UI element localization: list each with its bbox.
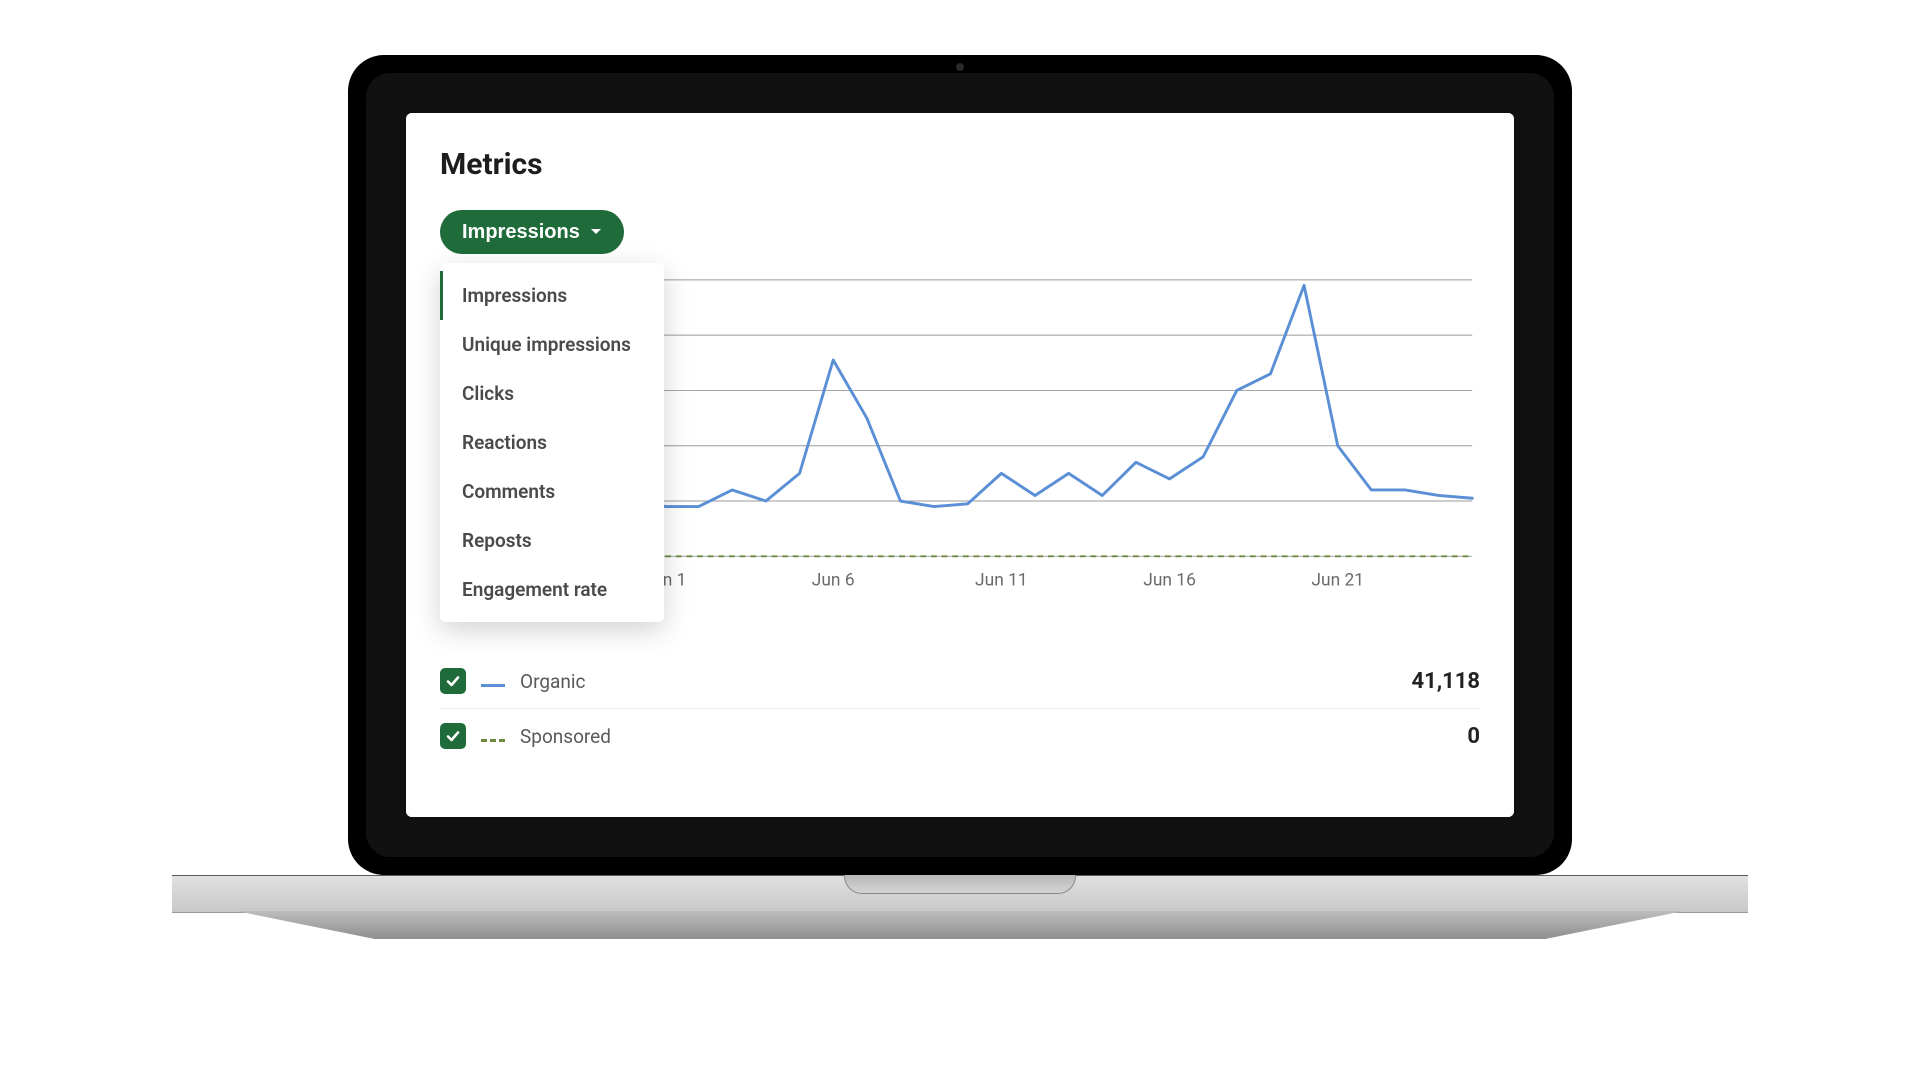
menu-item-reposts[interactable]: Reposts — [440, 516, 664, 565]
legend: Organic 41,118 Sponsored 0 — [440, 654, 1480, 763]
organic-value: 41,118 — [1411, 669, 1480, 694]
app-viewport: Metrics Impressions May 27Jun 1Jun 6Jun … — [406, 113, 1514, 817]
menu-item-comments[interactable]: Comments — [440, 467, 664, 516]
sponsored-swatch-icon — [480, 727, 506, 746]
organic-swatch-icon — [480, 672, 506, 691]
sponsored-label: Sponsored — [520, 725, 1453, 748]
organic-label: Organic — [520, 670, 1397, 693]
menu-item-clicks[interactable]: Clicks — [440, 369, 664, 418]
svg-text:Jun 21: Jun 21 — [1311, 570, 1364, 590]
metric-select-button[interactable]: Impressions — [440, 210, 624, 254]
sponsored-checkbox[interactable] — [440, 723, 466, 749]
laptop-frame: Metrics Impressions May 27Jun 1Jun 6Jun … — [348, 55, 1572, 963]
metric-select-label: Impressions — [462, 221, 580, 244]
legend-row-sponsored: Sponsored 0 — [440, 708, 1480, 763]
svg-text:Jun 16: Jun 16 — [1143, 570, 1196, 590]
screen-inner: Metrics Impressions May 27Jun 1Jun 6Jun … — [366, 73, 1554, 857]
page-title: Metrics — [440, 147, 1480, 182]
camera-icon — [956, 63, 964, 71]
laptop-base — [172, 875, 1748, 963]
menu-item-unique-impressions[interactable]: Unique impressions — [440, 320, 664, 369]
svg-text:Jun 11: Jun 11 — [975, 570, 1028, 590]
organic-checkbox[interactable] — [440, 668, 466, 694]
svg-text:Jun 6: Jun 6 — [812, 570, 855, 590]
caret-down-icon — [590, 228, 602, 236]
metrics-card: Metrics Impressions May 27Jun 1Jun 6Jun … — [406, 113, 1514, 817]
menu-item-impressions[interactable]: Impressions — [440, 271, 664, 320]
menu-item-reactions[interactable]: Reactions — [440, 418, 664, 467]
sponsored-value: 0 — [1467, 724, 1480, 749]
legend-row-organic: Organic 41,118 — [440, 654, 1480, 708]
screen-bezel: Metrics Impressions May 27Jun 1Jun 6Jun … — [348, 55, 1572, 875]
metric-menu[interactable]: Impressions Unique impressions Clicks Re… — [440, 263, 664, 622]
menu-item-engagement-rate[interactable]: Engagement rate — [440, 565, 664, 614]
